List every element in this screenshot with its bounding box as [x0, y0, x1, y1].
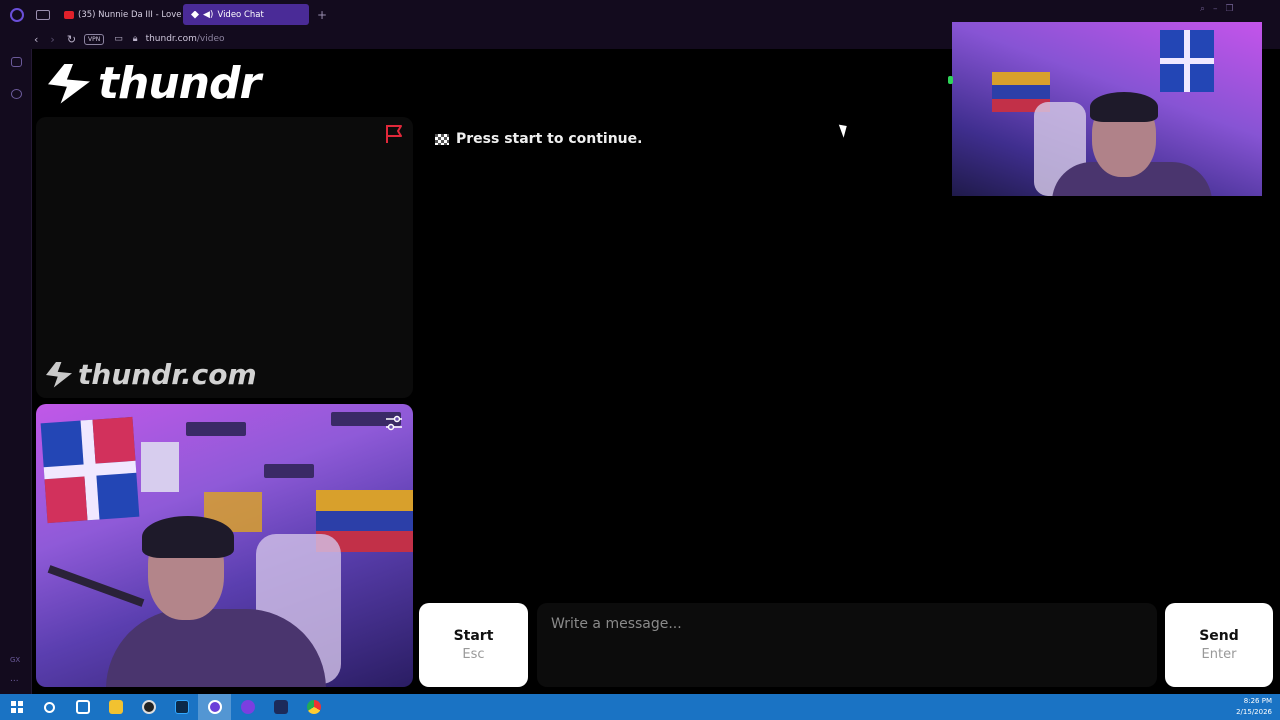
- search-tabs-icon[interactable]: ⌕: [1200, 4, 1205, 14]
- brand-logo[interactable]: thundr: [48, 58, 261, 109]
- brand-name: thundr: [98, 58, 261, 109]
- dominican-flag-image: [40, 416, 140, 524]
- more-icon[interactable]: ...: [10, 674, 19, 684]
- task-view-icon[interactable]: [66, 694, 99, 720]
- search-icon[interactable]: [33, 694, 66, 720]
- status-text: Press start to continue.: [456, 131, 643, 147]
- url-field[interactable]: thundr.com/video: [146, 34, 225, 44]
- message-input[interactable]: [537, 603, 1157, 687]
- shelf-image: [186, 422, 246, 436]
- poster-image: [141, 442, 179, 492]
- person-hair-image: [142, 516, 234, 558]
- tab-youtube[interactable]: (35) Nunnie Da III - Love N: [56, 4, 181, 25]
- start-button[interactable]: Start Esc: [419, 603, 528, 687]
- send-label: Send: [1199, 628, 1239, 644]
- camera-icon[interactable]: ▭: [114, 34, 123, 44]
- start-label: Start: [453, 628, 494, 644]
- online-indicator: [948, 76, 953, 84]
- vpn-badge[interactable]: VPN: [84, 33, 105, 45]
- tab-label: Video Chat: [217, 9, 264, 20]
- aria-icon[interactable]: [11, 57, 22, 67]
- self-video-panel: [36, 404, 413, 687]
- dominican-flag-image: [1160, 30, 1214, 92]
- webcam-overlay: [952, 22, 1262, 196]
- gx-icon[interactable]: GX: [10, 656, 20, 664]
- chat-status: Press start to continue.: [435, 131, 642, 147]
- report-flag-icon[interactable]: [385, 124, 403, 144]
- video-settings-icon[interactable]: [384, 413, 404, 433]
- minimize-icon[interactable]: –: [1213, 4, 1218, 14]
- person-hair-image: [1090, 92, 1158, 122]
- file-explorer-icon[interactable]: [99, 694, 132, 720]
- lock-icon[interactable]: 🔒︎: [133, 34, 138, 44]
- clock-date: 2/15/2026: [1236, 708, 1272, 716]
- stranger-video-panel: [36, 117, 413, 398]
- back-icon[interactable]: ‹: [34, 33, 38, 46]
- shelf-image: [264, 464, 314, 478]
- opera-logo-icon[interactable]: [10, 7, 24, 22]
- thundr-favicon-icon: [191, 10, 199, 19]
- clock-time: 8:26 PM: [1243, 697, 1272, 705]
- windows-start-icon[interactable]: [0, 694, 33, 720]
- url-path: /video: [196, 34, 225, 44]
- thundr-watermark: thundr.com: [46, 358, 257, 391]
- mouse-cursor-icon: [838, 122, 851, 138]
- watermark-text: thundr.com: [78, 358, 257, 391]
- messenger-icon[interactable]: [11, 89, 22, 99]
- send-shortcut: Enter: [1201, 647, 1237, 662]
- url-host: thundr.com: [145, 34, 197, 44]
- checkered-flag-icon: [435, 133, 449, 145]
- system-clock[interactable]: 8:26 PM 2/15/2026: [1236, 696, 1272, 718]
- send-button[interactable]: Send Enter: [1165, 603, 1273, 687]
- opera-icon[interactable]: [231, 694, 264, 720]
- restore-icon[interactable]: ❐: [1226, 4, 1234, 14]
- chrome-icon[interactable]: [297, 694, 330, 720]
- youtube-icon: [64, 10, 74, 19]
- opera-gx-icon[interactable]: [198, 694, 231, 720]
- forward-icon[interactable]: ›: [50, 33, 54, 46]
- lightning-bolt-icon: [48, 63, 90, 104]
- photoshop-icon[interactable]: [165, 694, 198, 720]
- app-icon[interactable]: [264, 694, 297, 720]
- new-tab-button[interactable]: +: [317, 8, 327, 22]
- tab-label: (35) Nunnie Da III - Love N: [78, 9, 181, 20]
- lightning-bolt-icon: [46, 361, 72, 388]
- windows-taskbar: 8:26 PM 2/15/2026: [0, 694, 1280, 720]
- speaker-icon[interactable]: ◀): [203, 10, 213, 20]
- window-controls: ⌕ – ❐: [1200, 4, 1234, 14]
- mic-arm-image: [47, 565, 145, 607]
- tab-video-chat[interactable]: ◀) Video Chat: [183, 4, 309, 25]
- start-shortcut: Esc: [462, 647, 485, 662]
- navigation-controls: ‹ › ↻: [34, 33, 76, 46]
- obs-icon[interactable]: [132, 694, 165, 720]
- reload-icon[interactable]: ↻: [67, 33, 76, 46]
- browser-sidebar: GX ...: [0, 49, 32, 694]
- tab-islands-icon[interactable]: [36, 9, 50, 20]
